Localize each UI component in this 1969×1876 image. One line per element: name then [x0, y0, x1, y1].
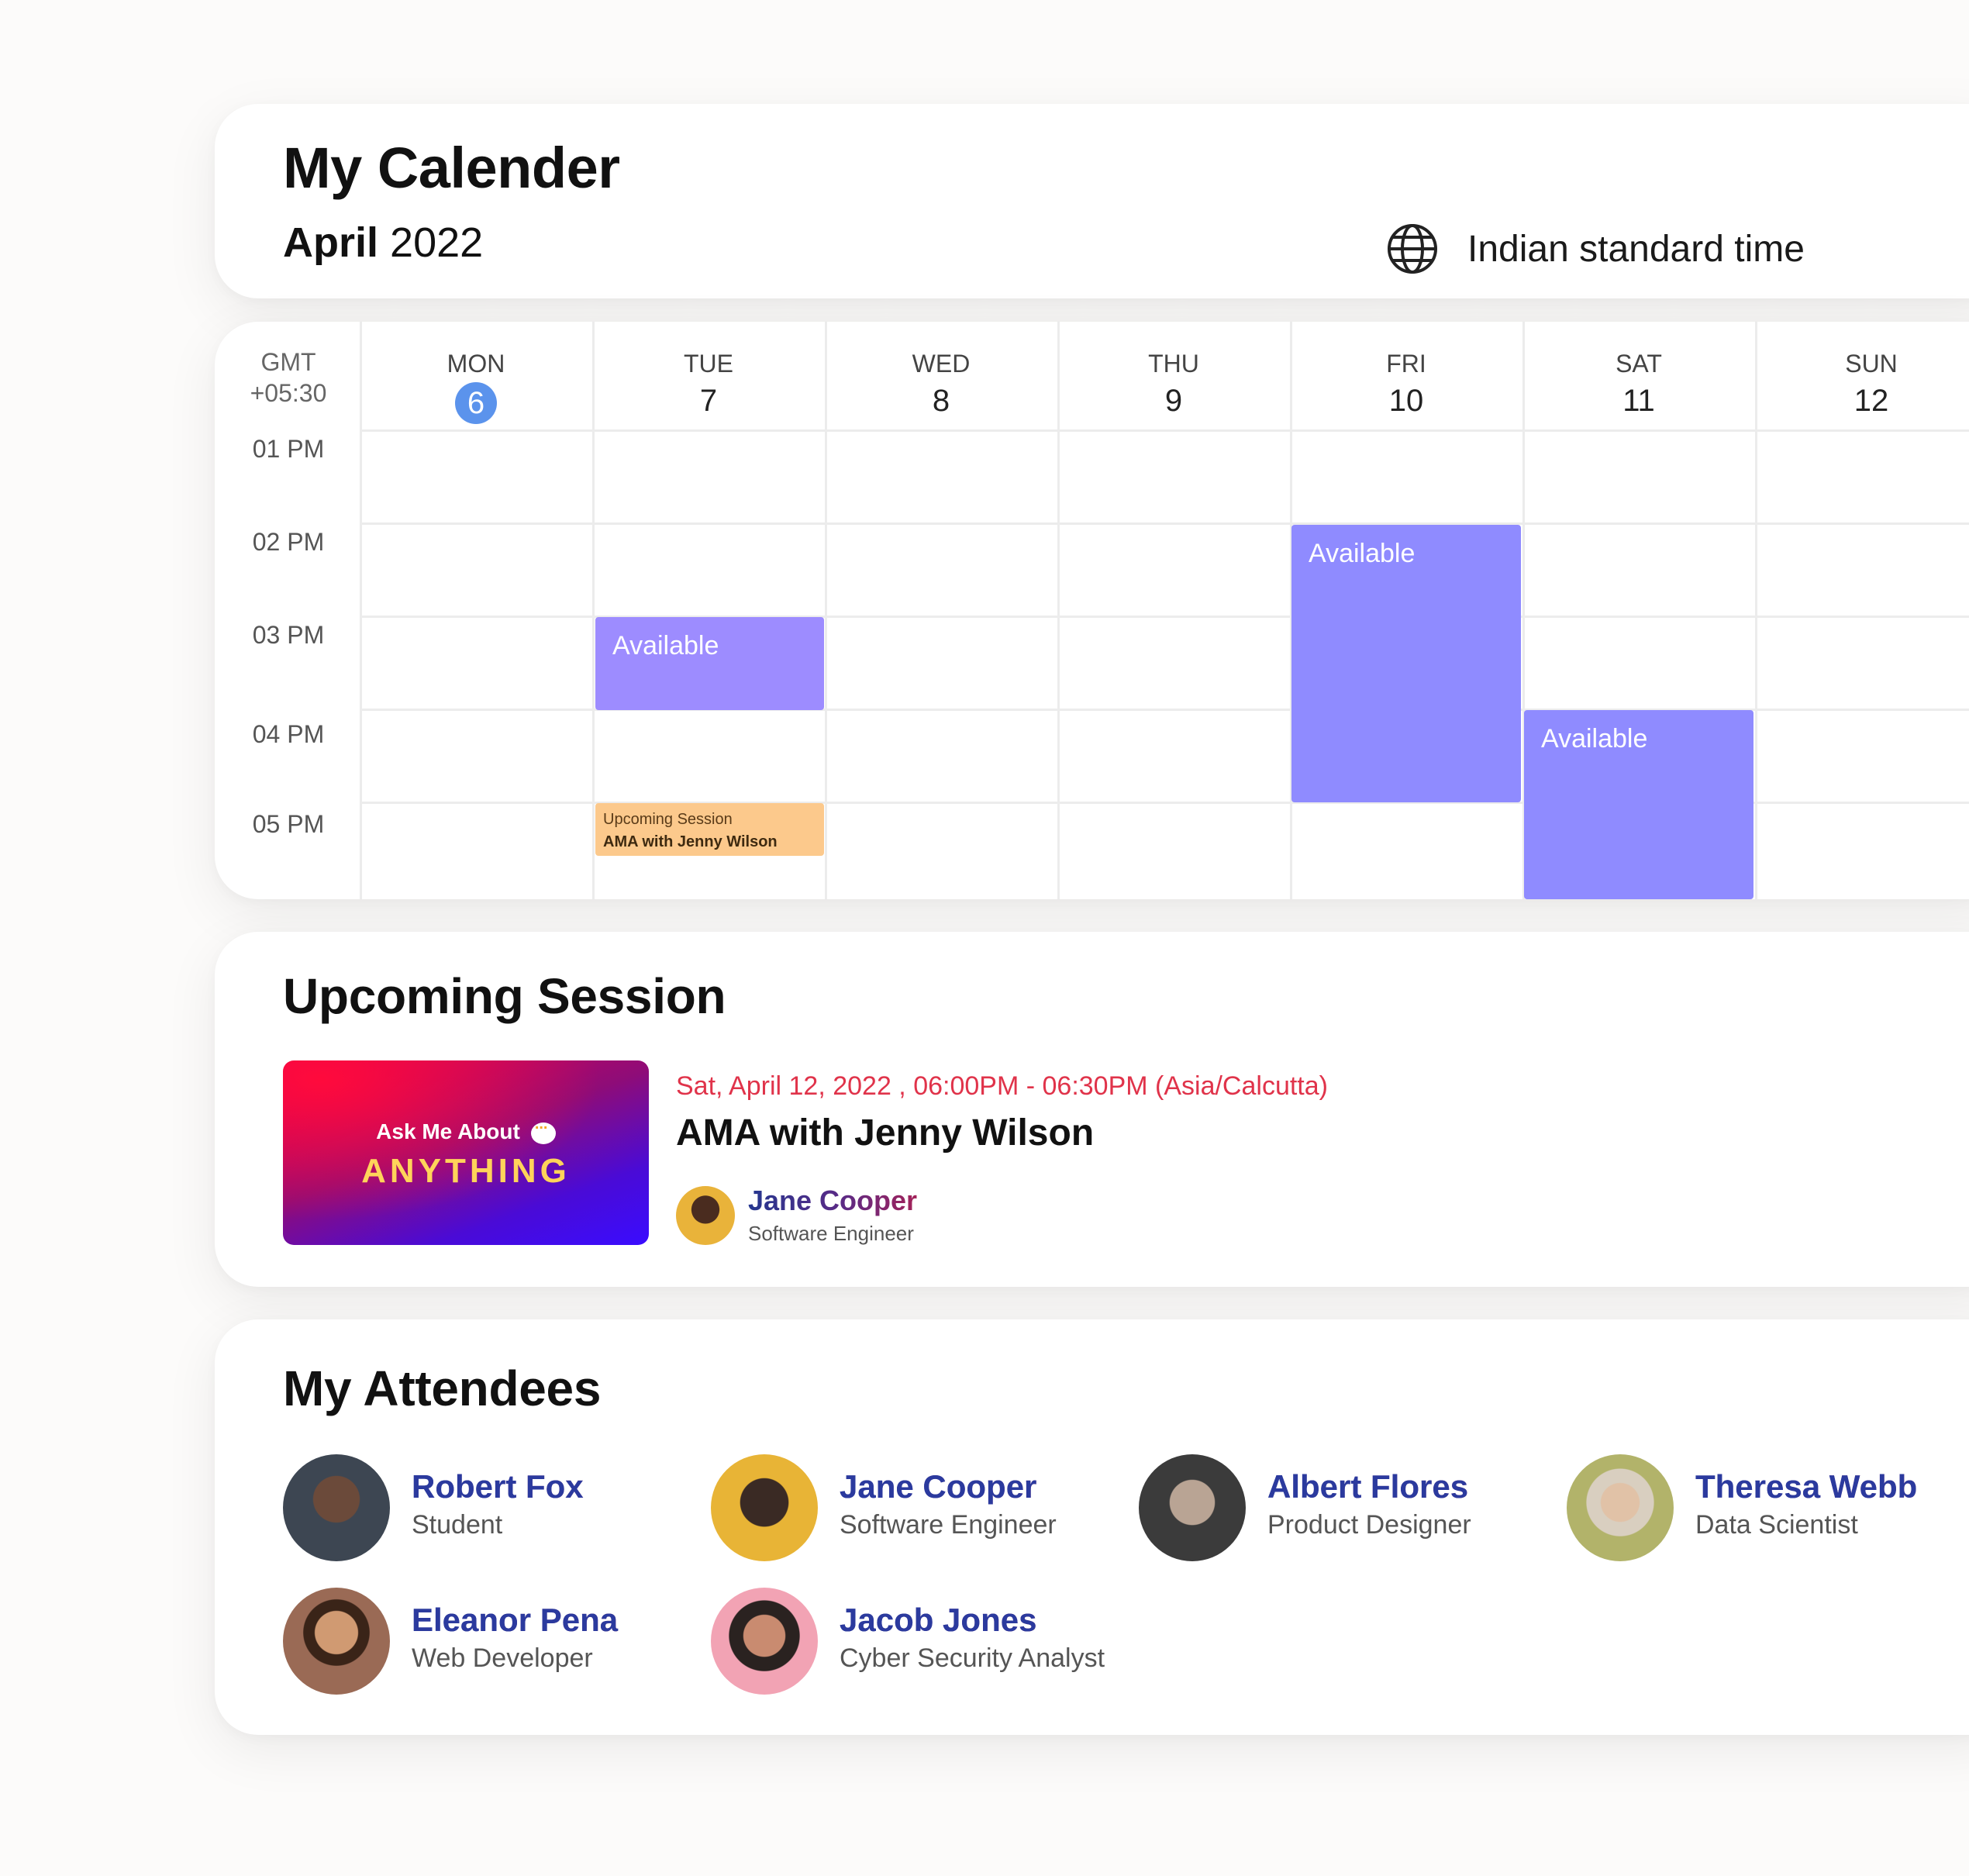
- host-name[interactable]: Jane Cooper: [748, 1185, 917, 1217]
- day-name: SUN: [1845, 350, 1898, 378]
- page-title: My Calender: [283, 136, 620, 200]
- attendee-name: Theresa Webb: [1695, 1468, 1918, 1505]
- calendar-header-card: My Calender April 2022 Indian standard t…: [215, 104, 1969, 298]
- attendee-name: Robert Fox: [412, 1468, 584, 1505]
- gmt-offset: GMT +05:30: [215, 347, 362, 409]
- avatar: [711, 1588, 818, 1695]
- day-name: MON: [447, 350, 505, 378]
- time-label: 04 PM: [252, 720, 325, 748]
- attendees-card: My Attendees Robert Fox Student Jane Coo…: [215, 1319, 1969, 1735]
- day-name: SAT: [1616, 350, 1662, 378]
- month-label: April 2022: [283, 219, 483, 267]
- gmt-label: GMT: [260, 348, 316, 376]
- day-header-sun[interactable]: SUN 12: [1755, 348, 1969, 422]
- day-name: FRI: [1386, 350, 1426, 378]
- attendee-item[interactable]: Jacob Jones Cyber Security Analyst: [711, 1588, 1129, 1696]
- upcoming-session-card: Upcoming Session Ask Me About ANYTHING S…: [215, 932, 1969, 1287]
- event-label: Upcoming Session: [603, 811, 733, 828]
- calendar-grid-card: GMT +05:30 MON 6 TUE 7 WED 8 THU 9 FRI 1…: [215, 322, 1969, 899]
- grid-hline: [360, 429, 1969, 432]
- available-slot-tue[interactable]: Available: [595, 617, 824, 710]
- attendee-item[interactable]: Eleanor Pena Web Developer: [283, 1588, 702, 1696]
- attendee-role: Cyber Security Analyst: [840, 1643, 1105, 1673]
- avatar: [283, 1588, 390, 1695]
- day-header-wed[interactable]: WED 8: [825, 348, 1057, 422]
- host-avatar[interactable]: [676, 1186, 735, 1245]
- attendee-name: Eleanor Pena: [412, 1602, 619, 1638]
- day-name: THU: [1148, 350, 1199, 378]
- day-header-fri[interactable]: FRI 10: [1290, 348, 1522, 422]
- day-number: 12: [1853, 384, 1889, 418]
- attendee-item[interactable]: Jane Cooper Software Engineer: [711, 1454, 1129, 1563]
- timezone-selector[interactable]: Indian standard time: [1385, 222, 1805, 276]
- section-title: My Attendees: [283, 1360, 602, 1416]
- day-header-tue[interactable]: TUE 7: [592, 348, 825, 422]
- day-number: 9: [1164, 384, 1183, 418]
- avatar: [1139, 1454, 1246, 1561]
- day-number: 11: [1622, 384, 1655, 418]
- section-title: Upcoming Session: [283, 968, 726, 1024]
- day-number: 7: [699, 384, 718, 418]
- grid-hline: [360, 522, 1969, 525]
- avatar: [1567, 1454, 1674, 1561]
- attendee-role: Software Engineer: [840, 1510, 1057, 1540]
- avatar: [283, 1454, 390, 1561]
- timezone-label: Indian standard time: [1467, 228, 1805, 270]
- time-label: 01 PM: [252, 435, 325, 463]
- month-name: April: [283, 219, 379, 266]
- thumbnail-caption: Ask Me About: [283, 1116, 649, 1144]
- session-thumbnail[interactable]: Ask Me About ANYTHING: [283, 1060, 649, 1245]
- thumbnail-line2: ANYTHING: [361, 1152, 571, 1190]
- time-label: 02 PM: [252, 528, 325, 556]
- time-label: 03 PM: [252, 621, 325, 649]
- attendee-role: Web Developer: [412, 1643, 593, 1673]
- day-name: TUE: [684, 350, 733, 378]
- year-value: 2022: [390, 219, 484, 266]
- day-header-sat[interactable]: SAT 11: [1522, 348, 1755, 422]
- attendee-name: Jane Cooper: [840, 1468, 1037, 1505]
- time-label: 05 PM: [252, 810, 325, 838]
- event-title: AMA with Jenny Wilson: [603, 833, 778, 850]
- today-date-badge: 6: [455, 382, 497, 424]
- day-header-thu[interactable]: THU 9: [1057, 348, 1290, 422]
- avatar: [711, 1454, 818, 1561]
- attendee-name: Jacob Jones: [840, 1602, 1037, 1638]
- host-role: Software Engineer: [748, 1222, 914, 1245]
- attendee-role: Student: [412, 1510, 503, 1540]
- available-slot-fri[interactable]: Available: [1291, 525, 1521, 802]
- attendee-item[interactable]: Theresa Webb Data Scientist: [1567, 1454, 1969, 1563]
- day-number: 10: [1388, 384, 1424, 418]
- attendee-item[interactable]: Albert Flores Product Designer: [1139, 1454, 1557, 1563]
- day-number: 8: [932, 384, 950, 418]
- attendee-role: Data Scientist: [1695, 1510, 1858, 1540]
- available-slot-sat[interactable]: Available: [1524, 710, 1753, 899]
- session-datetime: Sat, April 12, 2022 , 06:00PM - 06:30PM …: [676, 1071, 1328, 1101]
- upcoming-event-block[interactable]: Upcoming Session AMA with Jenny Wilson: [595, 803, 824, 856]
- globe-icon: [1388, 224, 1437, 274]
- attendee-item[interactable]: Robert Fox Student: [283, 1454, 702, 1563]
- chat-bubble-icon: [530, 1116, 556, 1144]
- attendee-role: Product Designer: [1267, 1510, 1471, 1540]
- attendee-name: Albert Flores: [1267, 1468, 1469, 1505]
- day-name: WED: [912, 350, 971, 378]
- day-header-mon[interactable]: MON 6: [360, 348, 592, 424]
- thumbnail-line1: Ask Me About: [376, 1119, 520, 1143]
- session-title[interactable]: AMA with Jenny Wilson: [676, 1112, 1094, 1154]
- gmt-value: +05:30: [250, 379, 327, 407]
